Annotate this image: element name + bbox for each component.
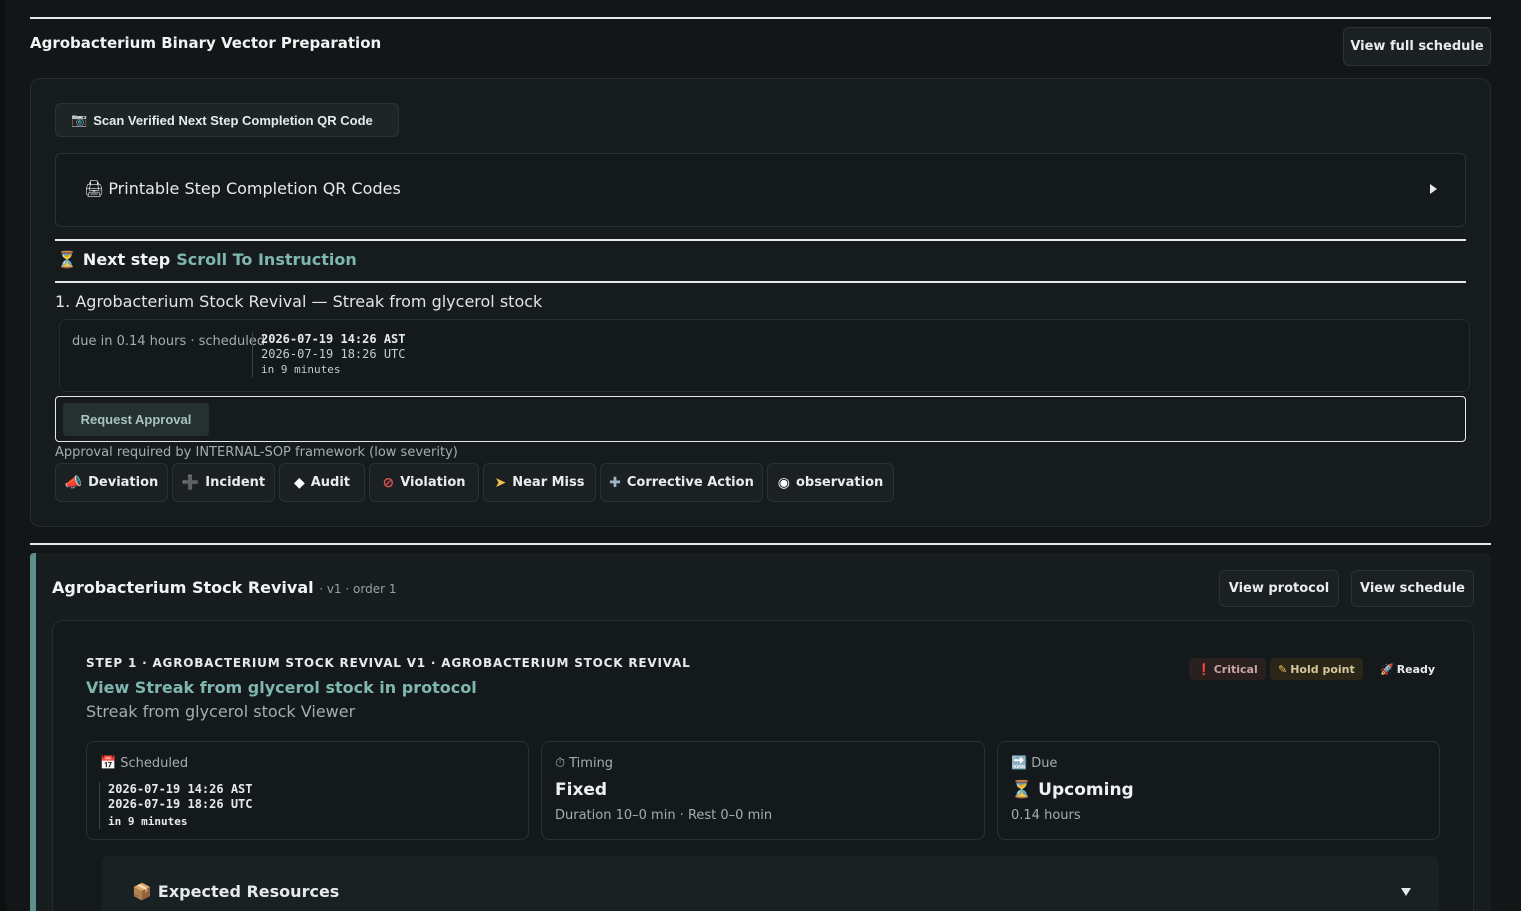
deviation-button[interactable]: 📣 Deviation — [55, 463, 168, 502]
arrow-icon: 🔜 — [1011, 756, 1028, 771]
divider — [55, 239, 1466, 241]
due-value-row: ⏳ Upcoming — [1011, 780, 1134, 800]
printer-icon: 🖨 — [84, 179, 105, 198]
hourglass-icon: ⏳ — [1011, 780, 1033, 800]
left-edge — [0, 0, 6, 911]
due-text: due in 0.14 hours · scheduled — [72, 334, 266, 349]
hourglass-icon: ⏳ — [57, 250, 77, 269]
timing-value: Fixed — [555, 780, 608, 800]
step-line: 1. Agrobacterium Stock Revival — Streak … — [55, 292, 543, 311]
collapse-arrow-icon — [1401, 888, 1411, 896]
approval-box: Request Approval — [55, 396, 1466, 442]
time-local: 2026-07-19 14:26 AST — [261, 332, 406, 346]
view-step-link[interactable]: View Streak from glycerol stock in proto… — [86, 678, 477, 697]
scan-qr-button[interactable]: 📷 Scan Verified Next Step Completion QR … — [55, 103, 399, 137]
calendar-icon: 📅 — [100, 756, 117, 771]
protocol-meta: · v1 · order 1 — [319, 582, 397, 596]
hold-point-label: Hold point — [1290, 662, 1355, 676]
package-icon: 📦 — [132, 882, 152, 901]
violation-label: Violation — [400, 475, 466, 490]
scheduled-times: 2026-07-19 14:26 AST 2026-07-19 18:26 UT… — [252, 332, 406, 377]
critical-label: Critical — [1213, 662, 1258, 676]
signpost-icon: ✚ — [609, 474, 621, 491]
scheduled-tile-label: 📅 Scheduled — [100, 756, 188, 771]
view-full-schedule-button[interactable]: View full schedule — [1343, 27, 1491, 66]
prohibited-icon: ⊘ — [382, 474, 395, 491]
eye-icon: ◉ — [777, 474, 790, 491]
expected-resources-summary: 📦 Expected Resources — [132, 882, 339, 901]
due-detail: 0.14 hours — [1011, 808, 1081, 823]
time-utc: 2026-07-19 18:26 UTC — [261, 347, 406, 361]
step-heading: STEP 1 · AGROBACTERIUM STOCK REVIVAL V1 … — [86, 656, 691, 670]
near-miss-button[interactable]: ➤ Near Miss — [483, 463, 596, 502]
violation-button[interactable]: ⊘ Violation — [369, 463, 479, 502]
near-miss-label: Near Miss — [512, 475, 585, 490]
corrective-action-button[interactable]: ✚ Corrective Action — [600, 463, 763, 502]
scheduled-label: Scheduled — [120, 756, 189, 771]
timing-label: Timing — [569, 756, 614, 771]
deviation-label: Deviation — [88, 475, 159, 490]
expand-arrow-icon — [1430, 184, 1437, 194]
pencil-icon: ✎ — [1278, 662, 1288, 676]
printable-qr-summary: 🖨 Printable Step Completion QR Codes — [84, 179, 401, 198]
protocol-title: Agrobacterium Stock Revival · v1 · order… — [52, 578, 396, 597]
scan-qr-label: Scan Verified Next Step Completion QR Co… — [93, 112, 373, 128]
scheduled-tile: 📅 Scheduled 2026-07-19 14:26 AST 2026-07… — [86, 741, 529, 840]
ready-badge: 🚀 Ready — [1372, 658, 1443, 680]
next-step-heading: ⏳ Next step Scroll To Instruction — [57, 250, 357, 269]
due-tile-label: 🔜 Due — [1011, 756, 1057, 771]
critical-badge: ❗ Critical — [1189, 658, 1266, 680]
flag-icon: ➤ — [494, 474, 507, 491]
request-approval-button[interactable]: Request Approval — [63, 403, 209, 436]
divider — [30, 543, 1491, 545]
timing-detail: Duration 10–0 min · Rest 0–0 min — [555, 808, 773, 823]
divider — [55, 281, 1466, 283]
audit-button[interactable]: ◆ Audit — [279, 463, 365, 502]
rocket-icon: 🚀 — [1380, 662, 1394, 676]
incident-label: Incident — [205, 475, 266, 490]
expected-resources-details[interactable]: 📦 Expected Resources — [102, 856, 1439, 911]
plus-icon: ➕ — [181, 474, 200, 491]
hold-point-badge: ✎ Hold point — [1270, 658, 1363, 680]
due-tile: 🔜 Due ⏳ Upcoming 0.14 hours — [997, 741, 1440, 840]
time-relative: in 9 minutes — [261, 363, 341, 376]
ready-label: Ready — [1396, 662, 1436, 676]
megaphone-icon: 📣 — [64, 474, 83, 491]
observation-button[interactable]: ◉ observation — [767, 463, 894, 502]
stopwatch-icon: ⏱ — [555, 756, 566, 771]
incident-button[interactable]: ➕ Incident — [172, 463, 275, 502]
viewer-label: Streak from glycerol stock Viewer — [86, 702, 356, 721]
section-title: Agrobacterium Binary Vector Preparation — [30, 34, 382, 52]
scheduled-tile-times: 2026-07-19 14:26 AST 2026-07-19 18:26 UT… — [99, 782, 253, 829]
approval-note: Approval required by INTERNAL-SOP framew… — [55, 445, 458, 460]
scheduled-time-relative: in 9 minutes — [108, 815, 188, 828]
audit-label: Audit — [310, 475, 351, 490]
view-schedule-button[interactable]: View schedule — [1351, 570, 1474, 607]
observation-label: observation — [795, 475, 884, 490]
protocol-name: Agrobacterium Stock Revival — [52, 578, 314, 597]
printable-qr-details[interactable]: 🖨 Printable Step Completion QR Codes — [55, 153, 1466, 227]
corrective-action-label: Corrective Action — [626, 475, 754, 490]
due-value: Upcoming — [1038, 780, 1134, 800]
scheduled-time-utc: 2026-07-19 18:26 UTC — [108, 797, 253, 811]
exclamation-icon: ❗ — [1197, 662, 1211, 676]
due-label: Due — [1031, 756, 1058, 771]
scroll-to-instruction-link[interactable]: Scroll To Instruction — [176, 250, 357, 269]
printable-qr-label: Printable Step Completion QR Codes — [108, 179, 401, 198]
diamond-icon: ◆ — [293, 474, 305, 491]
due-box: due in 0.14 hours · scheduled 2026-07-19… — [59, 319, 1470, 392]
timing-tile-label: ⏱ Timing — [555, 756, 613, 771]
camera-icon: 📷 — [71, 112, 88, 127]
view-protocol-button[interactable]: View protocol — [1219, 570, 1339, 607]
scheduled-time-local: 2026-07-19 14:26 AST — [108, 782, 253, 796]
timing-tile: ⏱ Timing Fixed Duration 10–0 min · Rest … — [541, 741, 985, 840]
expected-resources-label: Expected Resources — [157, 882, 340, 901]
next-step-label: Next step — [82, 250, 171, 269]
divider — [30, 17, 1491, 19]
